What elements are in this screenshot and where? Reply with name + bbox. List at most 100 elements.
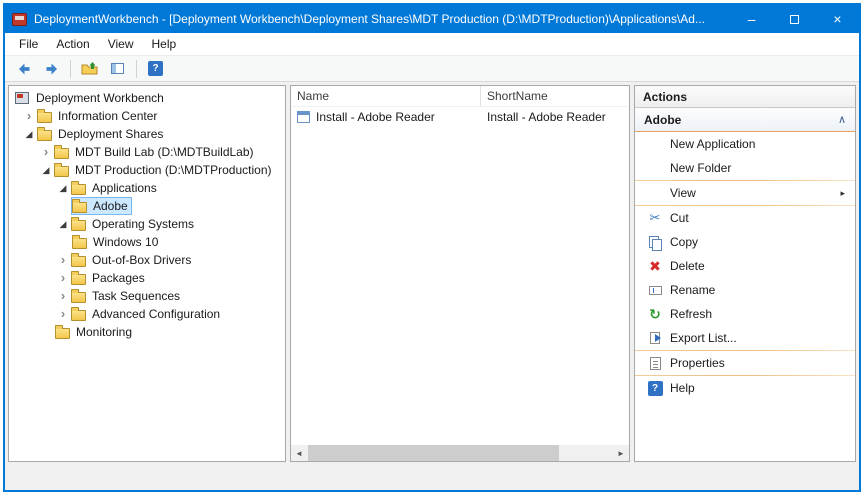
console-tree-pane: Deployment Workbench › Information Cente…: [8, 85, 286, 462]
scrollbar-track[interactable]: [307, 445, 613, 461]
tree-item-monitoring[interactable]: Monitoring: [9, 323, 285, 341]
expand-chevron-icon[interactable]: ›: [55, 305, 71, 323]
collapse-group-icon[interactable]: ∧: [838, 113, 846, 126]
results-list-pane: Name ShortName Install - Adobe Reader In…: [290, 85, 630, 462]
forward-button[interactable]: [39, 57, 64, 80]
folder-icon: [37, 110, 55, 123]
tree-item-task-sequences[interactable]: › Task Sequences: [9, 287, 285, 305]
action-cut[interactable]: ✂ Cut: [635, 206, 855, 230]
tree-item-out-of-box-drivers[interactable]: › Out-of-Box Drivers: [9, 251, 285, 269]
delete-icon: ✖: [647, 258, 663, 274]
collapse-chevron-icon[interactable]: ◢: [55, 179, 71, 197]
minimize-button[interactable]: –: [730, 5, 773, 33]
menu-help[interactable]: Help: [143, 33, 186, 55]
action-label: View: [670, 186, 833, 200]
scroll-right-button[interactable]: ►: [613, 445, 629, 461]
tree-item-mdt-build-lab[interactable]: › MDT Build Lab (D:\MDTBuildLab): [9, 143, 285, 161]
scroll-left-button[interactable]: ◄: [291, 445, 307, 461]
rename-icon: [647, 282, 663, 298]
tree-item-label: Advanced Configuration: [89, 306, 223, 322]
expand-chevron-icon[interactable]: ›: [55, 269, 71, 287]
action-label: Rename: [670, 283, 847, 297]
menu-action[interactable]: Action: [47, 33, 98, 55]
action-view[interactable]: View ▸: [635, 181, 855, 205]
app-icon: [12, 13, 27, 26]
action-label: Refresh: [670, 307, 847, 321]
expand-chevron-icon[interactable]: ›: [55, 287, 71, 305]
toolbar: ?: [5, 55, 859, 82]
collapse-chevron-icon[interactable]: ◢: [55, 215, 71, 233]
window-controls: – ×: [730, 5, 859, 33]
list-row-install-adobe-reader[interactable]: Install - Adobe Reader Install - Adobe R…: [291, 107, 629, 126]
help-button[interactable]: ?: [143, 57, 168, 80]
tree-item-adobe-selected[interactable]: Adobe: [9, 197, 285, 215]
action-properties[interactable]: Properties: [635, 351, 855, 375]
actions-pane-title: Actions: [635, 86, 855, 108]
action-rename[interactable]: Rename: [635, 278, 855, 302]
tree-item-operating-systems[interactable]: ◢ Operating Systems: [9, 215, 285, 233]
action-delete[interactable]: ✖ Delete: [635, 254, 855, 278]
close-button[interactable]: ×: [816, 5, 859, 33]
main-area: Deployment Workbench › Information Cente…: [5, 82, 859, 465]
menu-view[interactable]: View: [99, 33, 143, 55]
tree-item-deployment-workbench[interactable]: Deployment Workbench: [9, 89, 285, 107]
title-bar: DeploymentWorkbench - [Deployment Workbe…: [5, 5, 859, 33]
folder-icon: [71, 308, 89, 321]
action-label: New Folder: [670, 161, 847, 175]
action-label: Help: [670, 381, 847, 395]
refresh-icon: ↻: [647, 306, 663, 322]
collapse-chevron-icon[interactable]: ◢: [21, 125, 37, 143]
export-list-icon: [647, 330, 663, 346]
blank-icon: [647, 185, 663, 201]
action-copy[interactable]: Copy: [635, 230, 855, 254]
folder-icon: [71, 182, 89, 195]
menu-file[interactable]: File: [10, 33, 47, 55]
tree-item-label: Task Sequences: [89, 288, 183, 304]
folder-icon: [71, 218, 89, 231]
tree-item-packages[interactable]: › Packages: [9, 269, 285, 287]
action-new-folder[interactable]: New Folder: [635, 156, 855, 180]
horizontal-scrollbar[interactable]: ◄ ►: [291, 445, 629, 461]
tree-item-label: Windows 10: [90, 234, 161, 250]
collapse-chevron-icon[interactable]: ◢: [38, 161, 54, 179]
column-header-shortname[interactable]: ShortName: [481, 86, 629, 106]
list-column-headers: Name ShortName: [291, 86, 629, 107]
tree-item-applications[interactable]: ◢ Applications: [9, 179, 285, 197]
tree-item-label: MDT Build Lab (D:\MDTBuildLab): [72, 144, 257, 160]
tree-item-advanced-configuration[interactable]: › Advanced Configuration: [9, 305, 285, 323]
tree-item-windows-10[interactable]: Windows 10: [9, 233, 285, 251]
blank-icon: [647, 160, 663, 176]
tree-item-deployment-shares[interactable]: ◢ Deployment Shares: [9, 125, 285, 143]
expand-chevron-icon[interactable]: ›: [55, 251, 71, 269]
cut-icon: ✂: [647, 210, 663, 226]
back-button[interactable]: [11, 57, 36, 80]
close-icon: ×: [833, 11, 841, 27]
up-one-level-button[interactable]: [77, 57, 102, 80]
toolbar-separator: [136, 60, 137, 78]
list-cell-shortname: Install - Adobe Reader: [481, 110, 629, 124]
folder-icon: [54, 146, 72, 159]
window-title: DeploymentWorkbench - [Deployment Workbe…: [34, 12, 723, 26]
tree-item-mdt-production[interactable]: ◢ MDT Production (D:\MDTProduction): [9, 161, 285, 179]
column-header-name[interactable]: Name: [291, 86, 481, 106]
action-export-list[interactable]: Export List...: [635, 326, 855, 350]
action-label: Properties: [670, 356, 847, 370]
scrollbar-thumb[interactable]: [308, 445, 559, 461]
menu-bar: File Action View Help: [5, 33, 859, 55]
tree-item-information-center[interactable]: › Information Center: [9, 107, 285, 125]
expand-chevron-icon[interactable]: ›: [38, 143, 54, 161]
properties-icon: [647, 355, 663, 371]
action-label: Copy: [670, 235, 847, 249]
show-hide-pane-button[interactable]: [105, 57, 130, 80]
actions-group-header-adobe[interactable]: Adobe ∧: [635, 108, 855, 132]
action-label: Cut: [670, 211, 847, 225]
action-refresh[interactable]: ↻ Refresh: [635, 302, 855, 326]
submenu-arrow-icon: ▸: [840, 188, 847, 199]
folder-icon: [37, 128, 55, 141]
actions-pane: Actions Adobe ∧ New Application New Fold…: [634, 85, 856, 462]
blank-icon: [647, 136, 663, 152]
action-new-application[interactable]: New Application: [635, 132, 855, 156]
action-help[interactable]: ? Help: [635, 376, 855, 400]
expand-chevron-icon[interactable]: ›: [21, 107, 37, 125]
maximize-button[interactable]: [773, 5, 816, 33]
